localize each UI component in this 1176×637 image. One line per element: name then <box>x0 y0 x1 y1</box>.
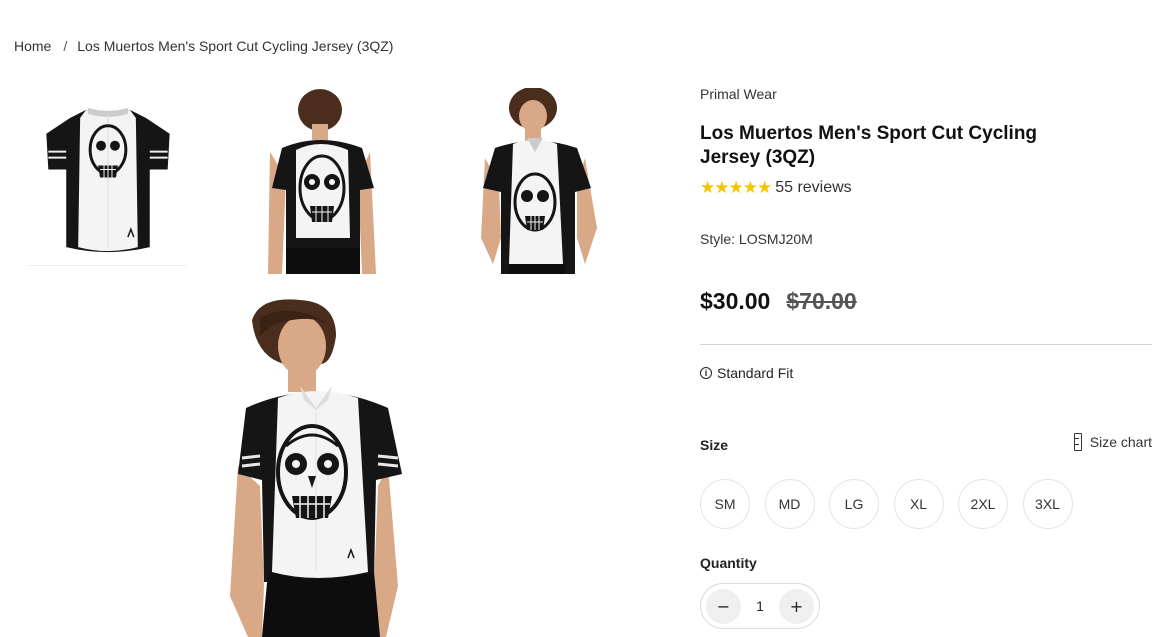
model-front-large-image <box>230 299 402 637</box>
size-option-2xl[interactable]: 2XL <box>958 479 1008 529</box>
divider <box>700 344 1152 345</box>
thumbnail-model-back[interactable] <box>262 88 384 274</box>
size-option-sm[interactable]: SM <box>700 479 750 529</box>
quantity-increase-button[interactable]: + <box>779 588 814 624</box>
thumbnail-model-front[interactable] <box>473 88 611 274</box>
thumbnail-jersey-front[interactable] <box>28 88 186 266</box>
product-brand[interactable]: Primal Wear <box>700 86 777 102</box>
product-style-code: Style: LOSMJ20M <box>700 231 813 247</box>
quantity-value[interactable]: 1 <box>750 598 770 614</box>
size-option-lg[interactable]: LG <box>829 479 879 529</box>
breadcrumb-current: Los Muertos Men's Sport Cut Cycling Jers… <box>77 38 394 54</box>
size-chart-link[interactable]: Size chart <box>1073 433 1152 451</box>
star-rating-icon: ★★★★★ <box>700 178 772 197</box>
model-front-image <box>481 88 597 274</box>
size-options: SM MD LG XL 2XL 3XL <box>700 479 1073 529</box>
product-title: Los Muertos Men's Sport Cut Cycling Jers… <box>700 123 1038 168</box>
reviews-count-link[interactable]: 55 reviews <box>775 179 851 197</box>
size-option-3xl[interactable]: 3XL <box>1022 479 1073 529</box>
breadcrumb-separator: / <box>63 38 68 54</box>
main-product-image[interactable] <box>220 296 420 637</box>
quantity-stepper: − 1 + <box>700 583 820 629</box>
size-chart-label: Size chart <box>1089 434 1152 450</box>
size-label: Size <box>700 437 729 453</box>
info-icon: i <box>700 367 712 379</box>
breadcrumb-home-link[interactable]: Home <box>14 38 51 54</box>
quantity-decrease-button[interactable]: − <box>706 588 741 624</box>
original-price: $70.00 <box>786 288 857 314</box>
standard-fit-info[interactable]: i Standard Fit <box>700 365 793 381</box>
sale-price: $30.00 <box>700 288 771 314</box>
ruler-icon <box>1073 433 1082 451</box>
jersey-front-image <box>46 107 170 253</box>
price-block: $30.00 $70.00 <box>700 288 857 315</box>
quantity-label: Quantity <box>700 555 757 571</box>
model-back-image <box>268 89 376 274</box>
product-rating[interactable]: ★★★★★ 55 reviews <box>700 178 852 198</box>
breadcrumb: Home / Los Muertos Men's Sport Cut Cycli… <box>14 38 393 54</box>
size-option-md[interactable]: MD <box>764 479 815 529</box>
fit-label: Standard Fit <box>717 365 794 381</box>
size-option-xl[interactable]: XL <box>893 479 944 529</box>
